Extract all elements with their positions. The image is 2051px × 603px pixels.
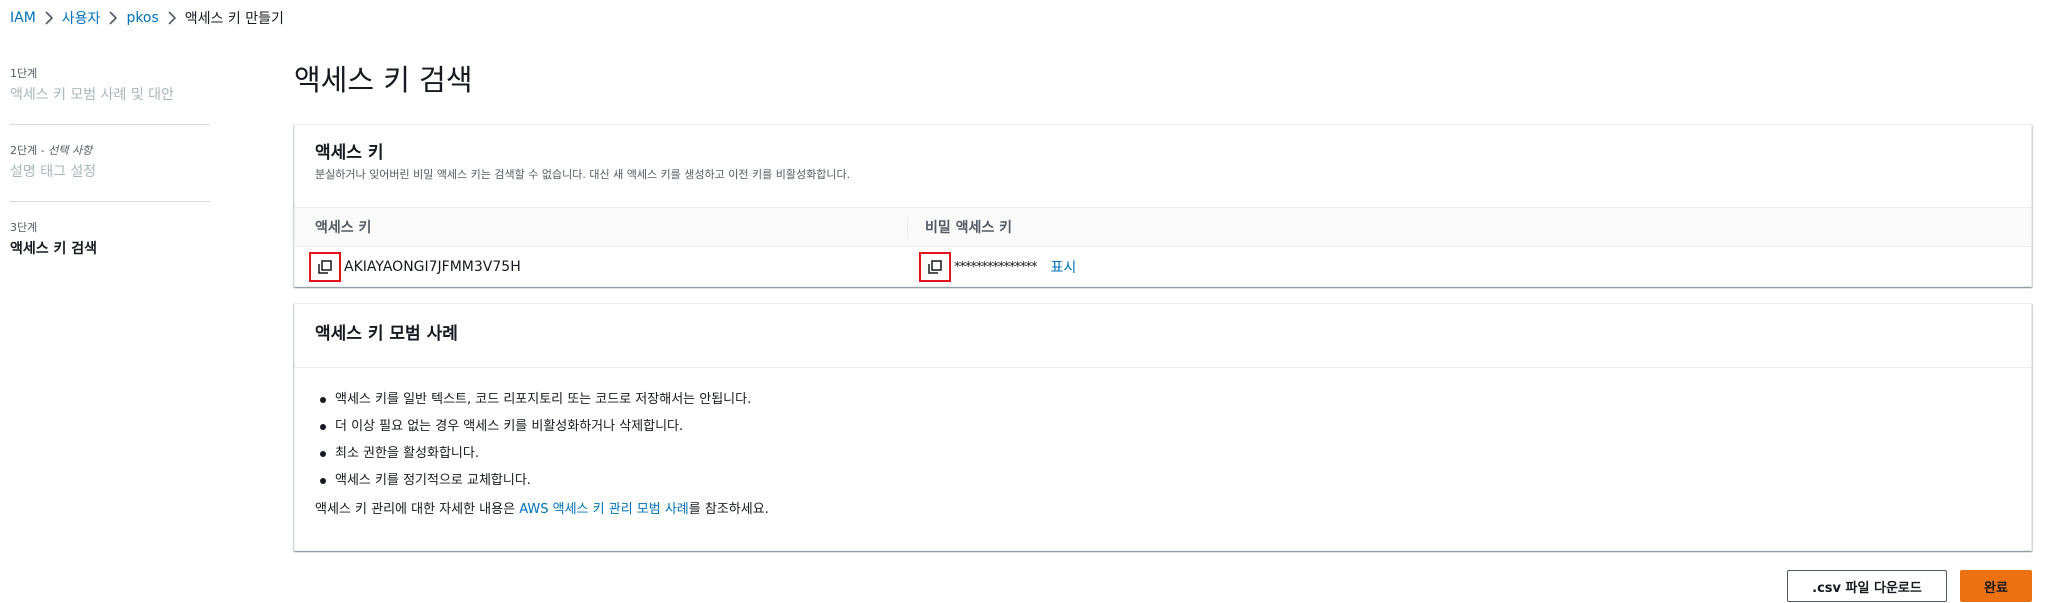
panel-header: 액세스 키 분실하거나 잊어버린 비밀 액세스 키는 검색할 수 없습니다. 대… [295,125,2031,184]
step-title: 설명 태그 설정 [10,164,97,180]
breadcrumb-iam[interactable]: IAM [10,10,36,26]
column-header-secret-key: 비밀 액세스 키 [925,220,1013,236]
copy-icon [318,260,332,274]
wizard-steps: 1단계 액세스 키 모범 사례 및 대안 2단계 - 선택 사항 설명 태그 설… [10,66,210,296]
step-number: 3단계 [10,221,38,234]
access-key-table: 액세스 키 비밀 액세스 키 AKIAYAONGI7JFMM3V75H ****… [295,207,2031,287]
best-practices-list: 액세스 키를 일반 텍스트, 코드 리포지토리 또는 코드로 저장해서는 안됩니… [315,386,2011,494]
list-item: 액세스 키를 정기적으로 교체합니다. [320,467,2011,494]
step-optional-label: 선택 사항 [48,144,93,157]
done-button[interactable]: 완료 [1960,570,2032,602]
secret-key-cell: *************** 표시 [919,247,1076,287]
chevron-right-icon [100,8,126,28]
copy-icon [928,260,942,274]
chevron-right-icon [159,8,185,28]
best-practices-link[interactable]: AWS 액세스 키 관리 모범 사례 [519,502,689,517]
best-practices-panel: 액세스 키 모범 사례 액세스 키를 일반 텍스트, 코드 리포지토리 또는 코… [294,303,2032,551]
breadcrumb-current: 액세스 키 만들기 [184,11,284,27]
breadcrumb-user-pkos[interactable]: pkos [126,10,158,26]
chevron-right-icon [36,8,62,28]
best-practices-footer: 액세스 키 관리에 대한 자세한 내용은 AWS 액세스 키 관리 모범 사례를… [315,498,2011,522]
footer-text-prefix: 액세스 키 관리에 대한 자세한 내용은 [315,502,520,517]
step-title-active: 액세스 키 검색 [10,241,98,257]
table-row: AKIAYAONGI7JFMM3V75H *************** 표시 [295,247,2031,287]
show-secret-key-link[interactable]: 표시 [1051,257,1077,277]
download-csv-button[interactable]: .csv 파일 다운로드 [1787,570,1947,602]
list-item: 최소 권한을 활성화합니다. [320,440,2011,467]
column-divider [907,218,908,238]
step-title: 액세스 키 모범 사례 및 대안 [10,87,174,103]
panel-body: 액세스 키를 일반 텍스트, 코드 리포지토리 또는 코드로 저장해서는 안됩니… [295,368,2031,522]
column-header-access-key: 액세스 키 [315,220,372,236]
breadcrumb: IAM 사용자 pkos 액세스 키 만들기 [10,8,284,28]
panel-description: 분실하거나 잊어버린 비밀 액세스 키는 검색할 수 없습니다. 대신 새 액세… [315,168,851,181]
secret-key-masked: *************** [954,259,1037,275]
access-key-value: AKIAYAONGI7JFMM3V75H [344,259,521,275]
wizard-step-3: 3단계 액세스 키 검색 [10,220,210,278]
list-item: 더 이상 필요 없는 경우 액세스 키를 비활성화하거나 삭제합니다. [320,413,2011,440]
step-number: 1단계 [10,67,38,80]
panel-title: 액세스 키 [315,143,384,163]
page-title: 액세스 키 검색 [294,63,473,97]
access-key-panel: 액세스 키 분실하거나 잊어버린 비밀 액세스 키는 검색할 수 없습니다. 대… [294,124,2032,287]
step-number: 2단계 - 선택 사항 [10,144,93,157]
list-item: 액세스 키를 일반 텍스트, 코드 리포지토리 또는 코드로 저장해서는 안됩니… [320,386,2011,413]
wizard-step-1: 1단계 액세스 키 모범 사례 및 대안 [10,66,210,125]
wizard-step-2: 2단계 - 선택 사항 설명 태그 설정 [10,143,210,202]
breadcrumb-users[interactable]: 사용자 [62,8,101,28]
copy-access-key-button[interactable] [309,252,341,282]
panel-header: 액세스 키 모범 사례 [295,304,2031,368]
footer-text-suffix: 를 참조하세요. [688,502,769,517]
panel-title: 액세스 키 모범 사례 [315,324,458,344]
copy-secret-key-button[interactable] [919,252,951,282]
access-key-cell: AKIAYAONGI7JFMM3V75H [309,247,521,287]
table-header: 액세스 키 비밀 액세스 키 [295,207,2031,247]
